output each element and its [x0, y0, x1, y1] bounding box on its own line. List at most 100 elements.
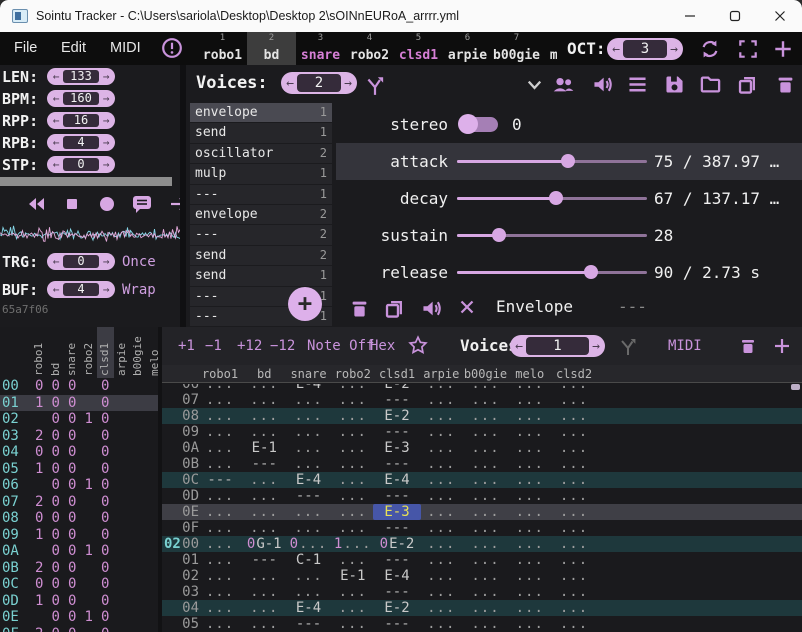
pattern-cell[interactable]: ... — [417, 600, 465, 616]
song-trg-spinner-decrease-arrow[interactable]: ← — [49, 256, 63, 267]
song-stp-spinner-value[interactable]: 0 — [63, 158, 99, 171]
buf-mode-label[interactable]: Wrap — [122, 281, 156, 299]
pattern-column-bd[interactable]: bd — [240, 365, 288, 383]
order-row[interactable]: 060010 — [0, 477, 158, 494]
pattern-cell[interactable]: E-4 — [373, 568, 421, 584]
stereo-toggle[interactable] — [460, 117, 498, 132]
pattern-cell-selected[interactable]: E-3 — [373, 504, 421, 520]
pattern-cell[interactable]: ... — [285, 456, 333, 472]
pattern-cell[interactable]: E-4 — [285, 600, 333, 616]
pattern-cell[interactable]: E-2 — [373, 384, 421, 392]
order-cell[interactable]: 2 — [31, 560, 48, 577]
pattern-cell[interactable]: ... — [506, 520, 554, 536]
pattern-cell[interactable]: ... — [462, 504, 510, 520]
pattern-cell[interactable]: E-2 — [373, 408, 421, 424]
midi-button[interactable]: MIDI — [668, 327, 702, 365]
order-cell[interactable]: 1 — [31, 593, 48, 610]
attack-slider-knob[interactable] — [561, 154, 575, 168]
instrument-tab-bd[interactable]: 2bd — [247, 32, 296, 65]
pattern-cell[interactable]: ... — [196, 488, 244, 504]
pattern-column-b00gie[interactable]: b00gie — [462, 365, 510, 383]
order-cell[interactable]: 0 — [97, 609, 114, 626]
order-row[interactable]: 0E0010 — [0, 609, 158, 626]
pattern-cell[interactable]: ... — [550, 440, 598, 456]
x-icon[interactable] — [457, 297, 477, 317]
pattern-column-robo1[interactable]: robo1 — [196, 365, 244, 383]
song-buf-spinner-value[interactable]: 4 — [63, 283, 99, 296]
pattern-cell[interactable]: ... — [240, 504, 288, 520]
pattern-cell[interactable]: ... — [550, 424, 598, 440]
pattern-delete-icon[interactable] — [738, 336, 758, 356]
pattern-cell[interactable]: ... — [417, 408, 465, 424]
unit-item-empty[interactable]: ---1 — [190, 185, 332, 204]
song-trg-spinner-increase-arrow[interactable]: → — [99, 256, 113, 267]
song-len-spinner-value[interactable]: 133 — [63, 70, 99, 83]
pattern-cell[interactable]: ... — [417, 456, 465, 472]
pattern-cell[interactable]: 1... — [329, 536, 377, 552]
order-cell[interactable]: 0 — [64, 543, 81, 560]
pattern-cell[interactable]: ... — [329, 488, 377, 504]
order-cell[interactable]: 0 — [64, 576, 81, 593]
add-unit-button[interactable]: + — [288, 287, 322, 321]
pattern-cell[interactable]: ... — [285, 520, 333, 536]
song-buf-spinner-increase-arrow[interactable]: → — [99, 284, 113, 295]
pattern-cell[interactable]: ... — [240, 472, 288, 488]
pattern-column-snare[interactable]: snare — [285, 365, 333, 383]
order-cell[interactable]: 0 — [64, 510, 81, 527]
song-rpb-spinner-decrease-arrow[interactable]: ← — [49, 137, 63, 148]
pattern-cell[interactable]: ... — [506, 616, 554, 632]
pattern-cell[interactable]: ... — [462, 456, 510, 472]
pattern-cell[interactable]: ... — [550, 472, 598, 488]
pattern-cell[interactable]: --- — [240, 456, 288, 472]
order-row[interactable]: 000000 — [0, 378, 158, 395]
release-slider-track[interactable] — [457, 271, 647, 274]
sustain-slider-track[interactable] — [457, 234, 647, 237]
pattern-voices-value[interactable]: 1 — [526, 337, 589, 355]
pattern-cell[interactable]: ... — [417, 440, 465, 456]
pattern-cell[interactable]: ... — [196, 536, 244, 552]
order-cell[interactable]: 0 — [64, 593, 81, 610]
pattern-cell[interactable]: ... — [285, 408, 333, 424]
song-trg-spinner-value[interactable]: 0 — [63, 255, 99, 268]
pattern-cell[interactable]: ... — [417, 504, 465, 520]
order-column-robo1[interactable]: robo1 — [31, 328, 48, 376]
order-cell[interactable]: 0 — [97, 593, 114, 610]
pattern-cell[interactable]: E-4 — [285, 384, 333, 392]
octave-decrease-arrow[interactable]: ← — [609, 43, 623, 56]
pattern-scrollbar[interactable] — [791, 384, 800, 390]
unit-item-envelope[interactable]: envelope2 — [190, 205, 332, 224]
order-cell[interactable]: 0 — [48, 510, 65, 527]
split-voices-icon[interactable] — [364, 74, 386, 96]
song-bpm-spinner-increase-arrow[interactable]: → — [99, 93, 113, 104]
order-cell[interactable]: 0 — [97, 527, 114, 544]
pattern-cell[interactable]: ... — [329, 384, 377, 392]
pattern-cell[interactable]: ... — [417, 584, 465, 600]
pattern-cell[interactable]: E-4 — [373, 472, 421, 488]
song-rpp-spinner-value[interactable]: 16 — [63, 114, 99, 127]
pattern-cell[interactable]: ... — [196, 552, 244, 568]
pattern-cell[interactable]: E-3 — [373, 440, 421, 456]
unit-item-envelope[interactable]: envelope1 — [190, 103, 332, 122]
pattern-cell[interactable]: ... — [196, 520, 244, 536]
order-cell[interactable]: 0 — [64, 395, 81, 412]
order-cell[interactable]: 0 — [48, 411, 65, 428]
pattern-cell[interactable]: --- — [373, 424, 421, 440]
voices-increase-arrow[interactable]: → — [341, 77, 355, 90]
pattern-cell[interactable]: ... — [462, 408, 510, 424]
attack-slider-track[interactable] — [457, 160, 647, 163]
transpose-up-1-button[interactable]: +1 — [178, 327, 195, 365]
order-cell[interactable]: 0 — [64, 626, 81, 632]
pattern-cell[interactable]: ... — [417, 552, 465, 568]
pattern-cell[interactable]: ... — [550, 392, 598, 408]
order-row[interactable]: 072000 — [0, 494, 158, 511]
pattern-cell[interactable]: ... — [506, 408, 554, 424]
pattern-cell[interactable]: ... — [196, 616, 244, 632]
pattern-cell[interactable]: ... — [196, 392, 244, 408]
pattern-cell[interactable]: ... — [196, 600, 244, 616]
pattern-cell[interactable]: ... — [417, 568, 465, 584]
order-cell[interactable]: 0 — [97, 411, 114, 428]
pattern-cell[interactable]: --- — [285, 616, 333, 632]
pattern-cell[interactable]: ... — [240, 616, 288, 632]
order-column-bd[interactable]: bd — [48, 328, 65, 376]
trash-icon[interactable] — [774, 73, 797, 96]
